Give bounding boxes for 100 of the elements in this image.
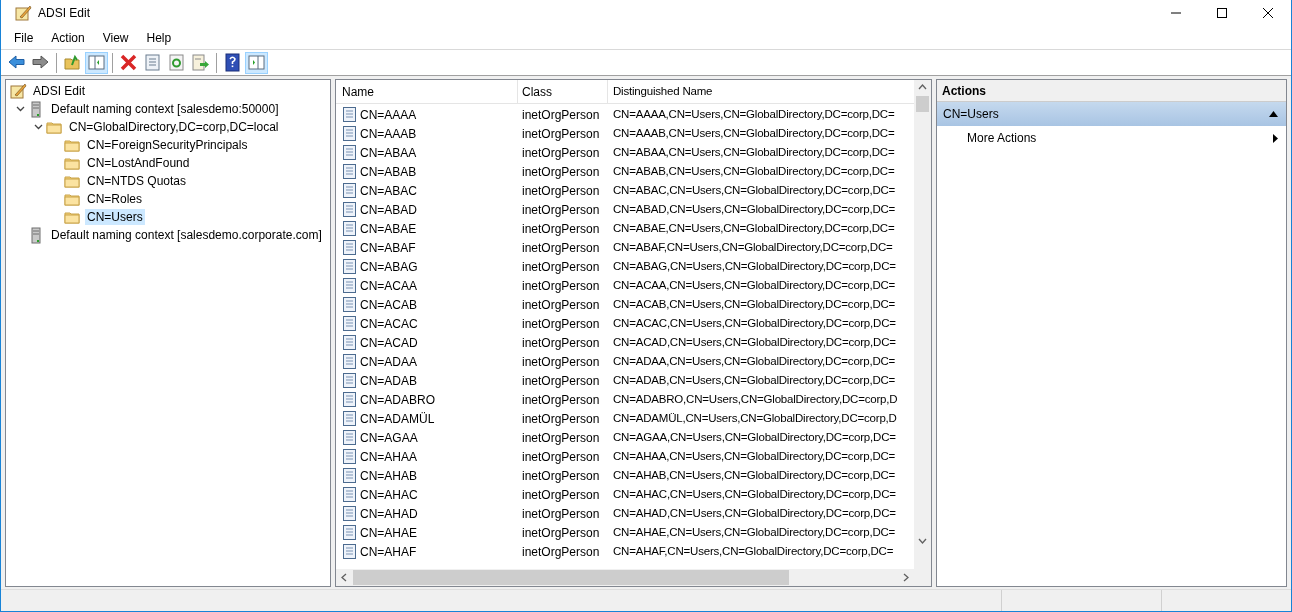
table-cell-text: inetOrgPerson bbox=[521, 182, 601, 200]
table-cell-text: CN=AAAB bbox=[360, 125, 417, 143]
close-icon[interactable] bbox=[1262, 7, 1274, 19]
table-cell-text: inetOrgPerson bbox=[521, 372, 601, 390]
export-list-button[interactable] bbox=[189, 51, 212, 74]
user-object-icon bbox=[342, 182, 357, 199]
table-cell-text: CN=ABAC bbox=[360, 182, 418, 200]
table-cell-text: inetOrgPerson bbox=[521, 391, 601, 409]
table-cell-text: inetOrgPerson bbox=[521, 334, 601, 352]
table-cell-text: CN=AHAF bbox=[360, 543, 417, 561]
user-object-icon bbox=[342, 277, 357, 294]
table-cell-text: CN=ADABRO bbox=[360, 391, 436, 409]
table-cell-text: CN=ACAB bbox=[360, 296, 418, 314]
table-cell-text: inetOrgPerson bbox=[521, 410, 601, 428]
pencil-notepad-icon bbox=[15, 4, 32, 22]
actions-section-header[interactable]: CN=Users bbox=[937, 102, 1286, 126]
table-cell-text: CN=AAAB,CN=Users,CN=GlobalDirectory,DC=corp,DC= bbox=[612, 125, 896, 141]
maximize-icon[interactable] bbox=[1216, 7, 1228, 19]
vertical-scrollbar[interactable] bbox=[914, 80, 931, 569]
table-cell-text: inetOrgPerson bbox=[521, 220, 601, 238]
table-cell-text: inetOrgPerson bbox=[521, 125, 601, 143]
table-cell-text: inetOrgPerson bbox=[521, 315, 601, 333]
table-cell-text: inetOrgPerson bbox=[521, 353, 601, 371]
pencil-notepad-icon bbox=[10, 82, 27, 100]
user-object-icon bbox=[342, 201, 357, 218]
table-cell-text: CN=AHAD,CN=Users,CN=GlobalDirectory,DC=corp,DC= bbox=[612, 505, 897, 521]
table-cell-text: CN=ACAD bbox=[360, 334, 418, 352]
table-cell-text: CN=ABAG,CN=Users,CN=GlobalDirectory,DC=corp,DC= bbox=[612, 258, 897, 274]
table-cell-text: CN=AAAA,CN=Users,CN=GlobalDirectory,DC=corp,DC= bbox=[612, 106, 896, 122]
tree-item[interactable]: CN=Users bbox=[85, 209, 145, 225]
table-cell-text: inetOrgPerson bbox=[521, 543, 601, 561]
table-cell-text: CN=AHAA,CN=Users,CN=GlobalDirectory,DC=corp,DC= bbox=[612, 448, 897, 464]
table-cell-text: inetOrgPerson bbox=[521, 144, 601, 162]
horizontal-scrollbar[interactable] bbox=[336, 569, 931, 586]
menu-item[interactable]: Action bbox=[42, 26, 94, 49]
table-cell-text: inetOrgPerson bbox=[521, 258, 601, 276]
table-cell-text: CN=ACAA,CN=Users,CN=GlobalDirectory,DC=corp,DC= bbox=[612, 277, 897, 293]
tree-item[interactable]: Default naming context [salesdemo.corporate.com] bbox=[49, 227, 324, 243]
table-cell-text: inetOrgPerson bbox=[521, 505, 601, 523]
table-cell-text: inetOrgPerson bbox=[521, 486, 601, 504]
table-cell-text: CN=ABAE,CN=Users,CN=GlobalDirectory,DC=corp,DC= bbox=[612, 220, 896, 236]
table-cell-text: CN=ABAE bbox=[360, 220, 417, 238]
tree-item[interactable]: CN=GlobalDirectory,DC=corp,DC=local bbox=[67, 119, 281, 135]
user-object-icon bbox=[342, 258, 357, 275]
window-title: ADSI Edit bbox=[38, 5, 91, 22]
scrollbar-thumb[interactable] bbox=[916, 96, 929, 112]
table-cell-text: inetOrgPerson bbox=[521, 429, 601, 447]
user-object-icon bbox=[342, 372, 357, 389]
user-object-icon bbox=[342, 467, 357, 484]
user-object-icon bbox=[342, 353, 357, 370]
table-cell-text: CN=ACAC,CN=Users,CN=GlobalDirectory,DC=corp,DC= bbox=[612, 315, 897, 331]
table-cell-text: CN=ADAMÜL bbox=[360, 410, 435, 428]
section-title: CN=Users bbox=[943, 106, 999, 123]
table-cell-text: CN=AAAA bbox=[360, 106, 417, 124]
table-cell-text: inetOrgPerson bbox=[521, 524, 601, 542]
chevron-down-icon[interactable] bbox=[33, 124, 43, 130]
table-cell-text: CN=AHAF,CN=Users,CN=GlobalDirectory,DC=corp,DC= bbox=[612, 543, 895, 559]
user-object-icon bbox=[342, 486, 357, 503]
scrollbar-thumb[interactable] bbox=[353, 570, 789, 585]
table-cell-text: CN=ACAC bbox=[360, 315, 418, 333]
console-tree-button[interactable] bbox=[85, 51, 108, 74]
user-object-icon bbox=[342, 106, 357, 123]
column-header[interactable]: Class bbox=[518, 80, 608, 103]
tree-item[interactable]: CN=ForeignSecurityPrincipals bbox=[85, 137, 250, 153]
table-cell-text: CN=ADAB,CN=Users,CN=GlobalDirectory,DC=corp,DC= bbox=[612, 372, 897, 388]
table-cell-text: CN=ABAD,CN=Users,CN=GlobalDirectory,DC=corp,DC= bbox=[612, 201, 897, 217]
menu-item[interactable]: File bbox=[5, 26, 43, 49]
table-cell-text: inetOrgPerson bbox=[521, 201, 601, 219]
table-cell-text: inetOrgPerson bbox=[521, 163, 601, 181]
column-header[interactable]: Name bbox=[336, 80, 518, 103]
user-object-icon bbox=[342, 125, 357, 142]
table-cell-text: CN=AHAB,CN=Users,CN=GlobalDirectory,DC=corp,DC= bbox=[612, 467, 897, 483]
table-cell-text: inetOrgPerson bbox=[521, 448, 601, 466]
user-object-icon bbox=[342, 524, 357, 541]
tree-item[interactable]: CN=Roles bbox=[85, 191, 145, 207]
table-cell-text: CN=ABAA bbox=[360, 144, 417, 162]
table-cell-text: CN=ADAA,CN=Users,CN=GlobalDirectory,DC=corp,DC= bbox=[612, 353, 897, 369]
user-object-icon bbox=[342, 429, 357, 446]
table-cell-text: CN=AHAA bbox=[360, 448, 418, 466]
user-object-icon bbox=[342, 505, 357, 522]
menu-item[interactable]: Help bbox=[137, 26, 181, 49]
tree-item[interactable]: CN=NTDS Quotas bbox=[85, 173, 189, 189]
tree-item[interactable]: Default naming context [salesdemo:50000] bbox=[49, 101, 281, 117]
table-cell-text: inetOrgPerson bbox=[521, 296, 601, 314]
table-cell-text: CN=ADAB bbox=[360, 372, 418, 390]
tree-item[interactable]: CN=LostAndFound bbox=[85, 155, 192, 171]
table-cell-text: CN=ABAF,CN=Users,CN=GlobalDirectory,DC=corp,DC= bbox=[612, 239, 894, 255]
user-object-icon bbox=[342, 448, 357, 465]
table-cell-text: CN=ABAB bbox=[360, 163, 417, 181]
user-object-icon bbox=[342, 144, 357, 161]
table-cell-text: CN=ABAD bbox=[360, 201, 418, 219]
action-link[interactable]: More Actions bbox=[967, 129, 1037, 147]
chevron-down-icon[interactable] bbox=[15, 106, 25, 112]
tree-item[interactable]: ADSI Edit bbox=[31, 83, 88, 99]
user-object-icon bbox=[342, 410, 357, 427]
menu-item[interactable]: View bbox=[93, 26, 138, 49]
collapse-triangle-icon[interactable] bbox=[1269, 111, 1278, 117]
actions-header: Actions bbox=[937, 80, 1286, 102]
table-cell-text: inetOrgPerson bbox=[521, 277, 601, 295]
user-object-icon bbox=[342, 296, 357, 313]
